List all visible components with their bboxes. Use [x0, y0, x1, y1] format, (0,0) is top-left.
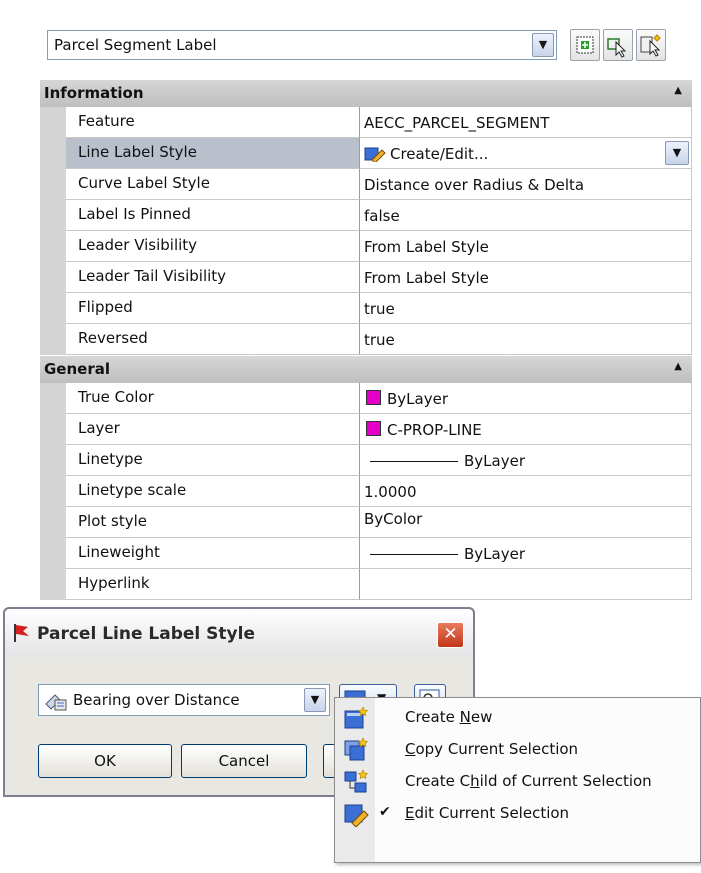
property-row[interactable]: Leader Tail Visibility From Label Style: [66, 262, 692, 293]
label-style-icon: [45, 694, 67, 711]
property-row[interactable]: Flipped true: [66, 293, 692, 324]
menu-item-label: Create New: [405, 708, 493, 726]
property-row[interactable]: Plot style ByColor: [66, 507, 692, 538]
property-row[interactable]: Reversed true: [66, 324, 692, 355]
property-value: ByColor: [360, 507, 692, 538]
property-row[interactable]: Layer C-PROP-LINE: [66, 414, 692, 445]
property-name: Lineweight: [66, 538, 360, 569]
dialog-title: Parcel Line Label Style: [37, 624, 255, 644]
style-edit-menu: Create New Copy Current Selection Create…: [334, 697, 701, 863]
chevron-down-icon[interactable]: ▼: [532, 33, 554, 57]
property-value: Create/Edit...: [390, 145, 489, 163]
chevron-down-icon[interactable]: ▼: [304, 688, 326, 712]
copy-style-icon: [344, 737, 369, 761]
checkmark-icon: ✔: [379, 804, 391, 820]
dialog-title-bar[interactable]: Parcel Line Label Style ✕: [5, 609, 473, 657]
property-name: Leader Tail Visibility: [66, 262, 360, 293]
property-name: Label Is Pinned: [66, 200, 360, 231]
property-name: Linetype: [66, 445, 360, 476]
property-value: C-PROP-LINE: [387, 421, 482, 439]
property-row[interactable]: Leader Visibility From Label Style: [66, 231, 692, 262]
property-name: Flipped: [66, 293, 360, 324]
property-row[interactable]: Curve Label Style Distance over Radius &…: [66, 169, 692, 200]
property-name: Curve Label Style: [66, 169, 360, 200]
object-type-value: Parcel Segment Label: [54, 36, 217, 54]
label-style-dropdown[interactable]: Bearing over Distance ▼: [38, 684, 330, 716]
chevron-down-icon[interactable]: ▼: [665, 141, 689, 165]
property-value: true: [360, 293, 692, 324]
property-row[interactable]: Linetype ByLayer: [66, 445, 692, 476]
property-name: Line Label Style: [66, 138, 360, 169]
property-value: 1.0000: [360, 476, 692, 507]
property-value-cell: ByLayer: [360, 445, 692, 476]
property-name: Linetype scale: [66, 476, 360, 507]
toggle-pickadd-button[interactable]: [570, 29, 600, 61]
category-information-title: Information: [44, 84, 144, 102]
select-objects-icon: [607, 38, 627, 58]
property-row[interactable]: Label Is Pinned false: [66, 200, 692, 231]
category-information[interactable]: Information ▲: [40, 80, 692, 107]
quick-select-button[interactable]: [636, 29, 666, 61]
menu-item-copy-current[interactable]: Copy Current Selection: [335, 734, 700, 766]
menu-item-create-child[interactable]: Create Child of Current Selection: [335, 766, 700, 798]
menu-item-edit-current[interactable]: ✔ Edit Current Selection: [335, 798, 700, 830]
property-value-cell: ByLayer: [360, 538, 692, 569]
pickadd-icon: [576, 36, 594, 54]
collapse-icon[interactable]: ▲: [674, 361, 682, 372]
category-general[interactable]: General ▲: [40, 356, 692, 383]
property-row[interactable]: Linetype scale 1.0000: [66, 476, 692, 507]
edit-style-icon: [344, 804, 369, 827]
property-name: Feature: [66, 107, 360, 138]
property-row[interactable]: Hyperlink: [66, 569, 692, 600]
property-value: AECC_PARCEL_SEGMENT: [360, 107, 692, 138]
property-name: True Color: [66, 383, 360, 414]
close-button[interactable]: ✕: [437, 622, 464, 648]
menu-item-label: Create Child of Current Selection: [405, 772, 652, 790]
close-icon: ✕: [443, 624, 458, 644]
property-value: From Label Style: [360, 262, 692, 293]
quick-select-icon: [640, 34, 661, 57]
property-value: Distance over Radius & Delta: [360, 169, 692, 200]
menu-item-label: Copy Current Selection: [405, 740, 579, 758]
property-value: false: [360, 200, 692, 231]
property-value: true: [360, 324, 692, 355]
lineweight-preview: [370, 554, 458, 555]
property-row[interactable]: Lineweight ByLayer: [66, 538, 692, 569]
property-value: ByLayer: [464, 452, 525, 470]
property-name: Layer: [66, 414, 360, 445]
property-name: Hyperlink: [66, 569, 360, 600]
property-row-line-label-style[interactable]: Line Label Style Create/Edit... ▼: [66, 138, 692, 169]
property-value: ByLayer: [464, 545, 525, 563]
property-row[interactable]: Feature AECC_PARCEL_SEGMENT: [66, 107, 692, 138]
property-name: Leader Visibility: [66, 231, 360, 262]
object-type-dropdown[interactable]: Parcel Segment Label ▼: [47, 30, 557, 60]
color-swatch: [366, 421, 381, 436]
color-swatch: [366, 390, 381, 405]
property-value-cell: C-PROP-LINE: [360, 414, 692, 445]
collapse-icon[interactable]: ▲: [674, 85, 682, 96]
menu-item-create-new[interactable]: Create New: [335, 702, 700, 734]
grid-gutter: [40, 107, 66, 355]
property-value: From Label Style: [360, 231, 692, 262]
ok-button[interactable]: OK: [38, 744, 172, 778]
category-general-title: General: [44, 360, 110, 378]
property-value-dropdown[interactable]: Create/Edit... ▼: [360, 138, 692, 169]
properties-panel: Parcel Segment Label ▼ Information ▲ Fea…: [0, 0, 701, 607]
menu-item-label: Edit Current Selection: [405, 804, 570, 822]
property-name: Reversed: [66, 324, 360, 355]
create-child-icon: [344, 769, 369, 793]
create-new-icon: [344, 706, 369, 729]
property-value: ByLayer: [387, 390, 448, 408]
edit-style-icon: [364, 147, 386, 162]
property-row[interactable]: True Color ByLayer: [66, 383, 692, 414]
property-value-cell: ByLayer: [360, 383, 692, 414]
cancel-button[interactable]: Cancel: [181, 744, 307, 778]
property-value[interactable]: [360, 569, 692, 600]
select-objects-button[interactable]: [603, 29, 633, 61]
civil-app-icon: [14, 624, 29, 642]
grid-gutter: [40, 383, 66, 600]
label-style-value: Bearing over Distance: [73, 691, 240, 709]
property-name: Plot style: [66, 507, 360, 538]
linetype-preview: [370, 461, 458, 462]
